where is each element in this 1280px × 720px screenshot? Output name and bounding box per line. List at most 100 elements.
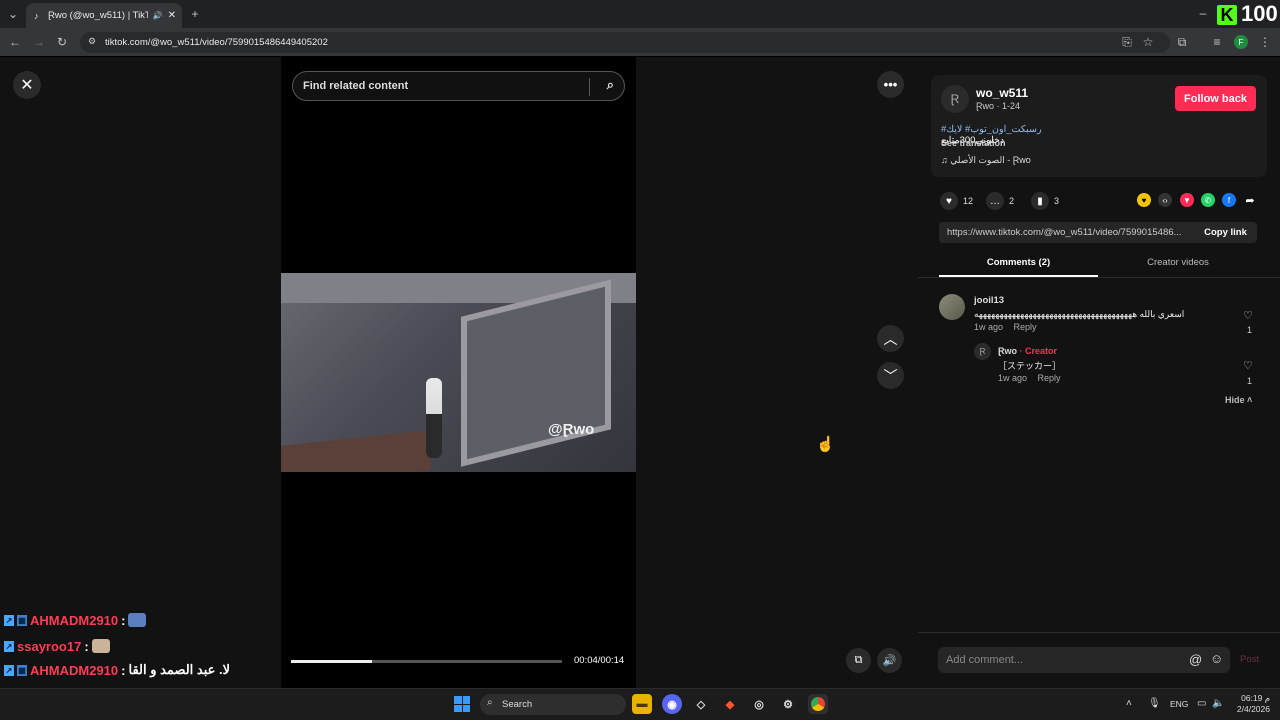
- progress-fill: [291, 660, 373, 663]
- reply-time: 1w ago: [998, 373, 1028, 383]
- new-tab-icon[interactable]: +: [188, 7, 202, 21]
- video-scene-floor: [281, 430, 431, 472]
- chat-badge-icon: ↗: [4, 640, 14, 652]
- display-icon[interactable]: ▭: [1197, 698, 1206, 709]
- reload-icon[interactable]: ↻: [55, 35, 69, 49]
- emoji-icon[interactable]: ☺: [1210, 651, 1223, 666]
- share-arrow-icon[interactable]: ➦: [1243, 193, 1257, 207]
- video-player[interactable]: [281, 273, 636, 472]
- taskbar-search[interactable]: ⌕ Search: [480, 694, 626, 715]
- comment-username[interactable]: jooil13: [974, 295, 1004, 306]
- file-explorer-icon[interactable]: ▬: [632, 694, 652, 714]
- speaker-icon[interactable]: 🔈: [1212, 698, 1224, 709]
- hand-cursor-icon: ☝: [816, 436, 835, 453]
- caption-hashtags[interactable]: رسبكت_اون_توب# لايك#: [941, 124, 1042, 135]
- whatsapp-icon[interactable]: ✆: [1201, 193, 1215, 207]
- mention-icon[interactable]: @: [1189, 652, 1202, 667]
- comment-bar-divider: [918, 632, 1280, 633]
- chat-emote-icon: [91, 639, 110, 653]
- music-line[interactable]: ♫ الصوت الأصلي - Ɽwo: [941, 155, 1031, 166]
- chat-badge-icon: ↗: [4, 664, 14, 676]
- microphone-icon[interactable]: 🎙: [1148, 698, 1161, 709]
- comment-icon[interactable]: …: [986, 192, 1004, 210]
- reply-like-icon[interactable]: ♡: [1243, 359, 1253, 372]
- add-comment-input[interactable]: Add comment...: [938, 647, 1230, 673]
- hide-label: Hide: [1225, 395, 1245, 405]
- site-info-icon[interactable]: ⚙: [88, 36, 96, 47]
- windows-start-icon[interactable]: [454, 696, 470, 712]
- copy-link-button[interactable]: Copy link: [1194, 222, 1257, 243]
- search-divider: [589, 78, 590, 96]
- brave-icon[interactable]: ◆: [720, 694, 740, 714]
- like-stat[interactable]: ♥ 12: [940, 192, 973, 210]
- facebook-icon[interactable]: f: [1222, 193, 1236, 207]
- chrome-icon[interactable]: [808, 694, 828, 714]
- save-stat[interactable]: ▮ 3: [1031, 192, 1059, 210]
- tab-search-icon[interactable]: ⌄: [6, 7, 20, 21]
- reply-meta: 1w ago Reply: [998, 373, 1061, 383]
- hide-replies-button[interactable]: Hide ˄: [1225, 395, 1252, 405]
- close-video-button[interactable]: ✕: [13, 71, 41, 99]
- search-input[interactable]: Find related content ⌕: [292, 71, 625, 101]
- chat-username[interactable]: AHMADM2910: [30, 663, 118, 678]
- audio-icon[interactable]: 🔊: [153, 11, 163, 20]
- creator-handle[interactable]: wo_w511: [976, 86, 1028, 100]
- clock[interactable]: 06:19 م 2/4/2026: [1230, 693, 1270, 715]
- creator-avatar[interactable]: Ɽ: [941, 85, 969, 113]
- reply-user-name[interactable]: Ɽwo: [998, 346, 1017, 356]
- minimize-icon[interactable]: –: [1196, 6, 1210, 20]
- address-bar[interactable]: ⚙ tiktok.com/@wo_w511/video/759901548644…: [80, 32, 1170, 53]
- profile-avatar[interactable]: F: [1234, 35, 1248, 49]
- clock-date: 2/4/2026: [1236, 704, 1270, 714]
- like-count: 12: [963, 196, 974, 206]
- comment-like-count: 1: [1247, 325, 1253, 335]
- commenter-avatar[interactable]: [939, 294, 965, 320]
- next-video-button[interactable]: ﹀: [877, 362, 904, 389]
- forward-icon[interactable]: →: [32, 35, 46, 49]
- comment-like-icon[interactable]: ♡: [1243, 309, 1253, 322]
- reply-button[interactable]: Reply: [1014, 322, 1037, 332]
- capcut-icon[interactable]: ◇: [691, 694, 711, 714]
- menu-icon[interactable]: ⋮: [1258, 35, 1272, 49]
- music-note-icon: ♫: [941, 155, 948, 165]
- chat-username[interactable]: AHMADM2910: [30, 613, 118, 628]
- creator-badge: · Creator: [1019, 346, 1058, 356]
- coin-share-icon[interactable]: ♥: [1137, 193, 1151, 207]
- volume-button[interactable]: 🔊: [877, 648, 902, 673]
- discord-icon[interactable]: ◉: [662, 694, 682, 714]
- chat-username[interactable]: ssayroo17: [17, 639, 81, 654]
- more-options-button[interactable]: •••: [877, 71, 904, 98]
- post-button[interactable]: Post: [1240, 654, 1259, 665]
- language-indicator[interactable]: ENG: [1170, 699, 1188, 709]
- chat-separator: :: [121, 662, 126, 678]
- reply-avatar[interactable]: Ɽ: [974, 343, 991, 360]
- chat-message: ↗ ssayroo17 :: [4, 637, 110, 655]
- close-tab-icon[interactable]: ✕: [168, 10, 176, 21]
- reply-username[interactable]: Ɽwo · Creator: [998, 346, 1057, 356]
- browser-tab[interactable]: ♪ Ɽwo (@wo_w511) | TikTok 🔊 ✕: [26, 3, 182, 28]
- tab-creator-videos[interactable]: Creator videos: [1098, 253, 1258, 277]
- repost-icon[interactable]: ▼: [1180, 193, 1194, 207]
- see-translation-link[interactable]: See translation: [941, 138, 1006, 148]
- install-app-icon[interactable]: ⎘: [1120, 35, 1134, 49]
- tab-comments[interactable]: Comments (2): [939, 253, 1098, 277]
- embed-icon[interactable]: ‹›: [1158, 193, 1172, 207]
- chat-message: ↗ ▦ AHMADM2910 :: [4, 611, 147, 629]
- back-icon[interactable]: ←: [8, 35, 22, 49]
- comment-stat[interactable]: … 2: [986, 192, 1014, 210]
- bookmark-icon[interactable]: ▮: [1031, 192, 1049, 210]
- extensions-icon[interactable]: ⧉: [1175, 35, 1189, 49]
- previous-video-button[interactable]: ︿: [877, 325, 904, 352]
- follow-back-button[interactable]: Follow back: [1175, 86, 1256, 111]
- tiktok-favicon-icon: ♪: [34, 11, 39, 21]
- reply-button[interactable]: Reply: [1038, 373, 1061, 383]
- floating-player-button[interactable]: ⧉: [846, 648, 871, 673]
- search-icon[interactable]: ⌕: [607, 77, 614, 93]
- tray-overflow-icon[interactable]: ˄: [1126, 698, 1132, 709]
- steam-icon[interactable]: ⚙: [778, 694, 798, 714]
- chat-message: ↗ ▦ AHMADM2910 : لا. عبد الصمد و القا: [4, 661, 230, 679]
- media-controls-icon[interactable]: ≡: [1210, 35, 1224, 49]
- obs-icon[interactable]: ◎: [749, 694, 769, 714]
- heart-icon[interactable]: ♥: [940, 192, 958, 210]
- bookmark-star-icon[interactable]: ☆: [1141, 35, 1155, 49]
